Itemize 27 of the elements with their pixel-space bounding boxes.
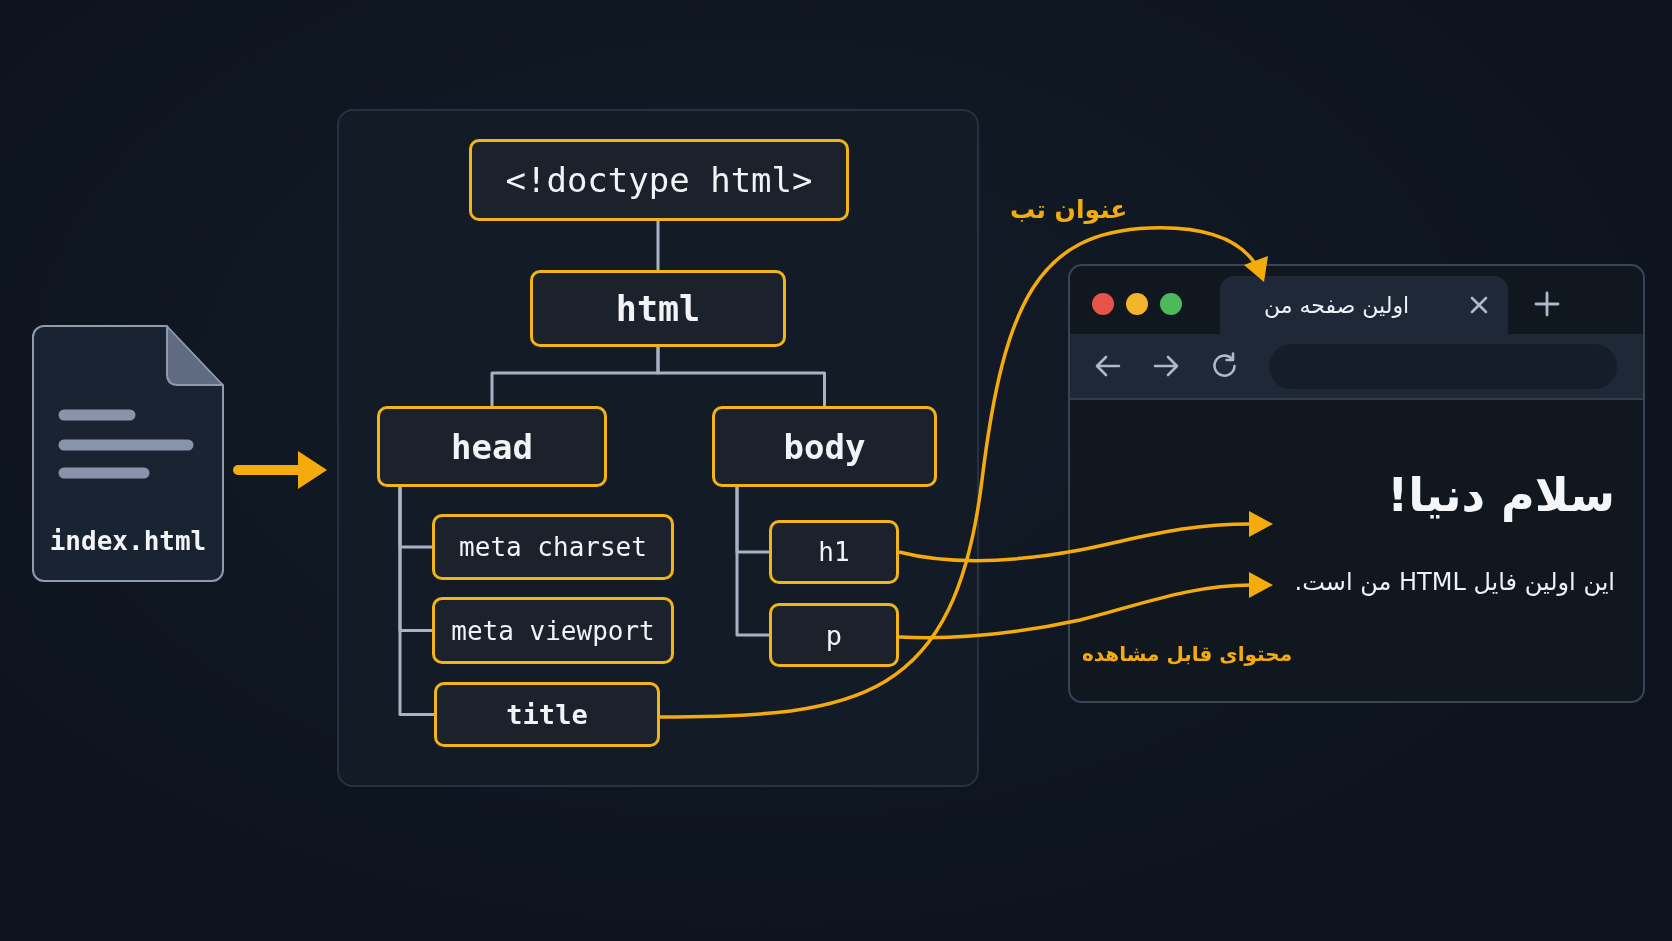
- connector-line: [656, 221, 660, 270]
- tree-node: h1: [769, 520, 899, 584]
- minimize-window-icon[interactable]: [1126, 293, 1148, 315]
- tree-node: head: [377, 406, 607, 487]
- tree-node: meta charset: [432, 514, 674, 580]
- tab-title: اولین صفحه من: [1264, 292, 1410, 318]
- text-lines-icon: [58, 409, 194, 479]
- page-paragraph: این اولین فایل HTML من است.: [1294, 567, 1615, 598]
- browser-tab[interactable]: اولین صفحه من: [1220, 276, 1508, 334]
- tree-node: body: [712, 406, 937, 487]
- reload-icon[interactable]: [1211, 352, 1239, 380]
- file-name: index.html: [48, 525, 208, 558]
- close-window-icon[interactable]: [1092, 293, 1114, 315]
- forward-icon[interactable]: [1153, 355, 1179, 377]
- page-heading: سلام دنیا!: [1387, 467, 1615, 524]
- annotation-label: عنوان تب: [1010, 194, 1128, 226]
- tree-node: meta viewport: [432, 597, 674, 664]
- tree-node: title: [434, 682, 660, 747]
- annotation-label: محتوای قابل مشاهده: [1082, 641, 1293, 668]
- tree-node: html: [530, 270, 786, 347]
- arrow-icon: [232, 450, 328, 490]
- close-icon[interactable]: [1470, 296, 1488, 314]
- back-icon[interactable]: [1095, 355, 1121, 377]
- tree-node: p: [769, 603, 899, 667]
- maximize-window-icon[interactable]: [1160, 293, 1182, 315]
- plus-icon[interactable]: [1534, 291, 1560, 317]
- tree-node: <!doctype html>: [469, 139, 849, 221]
